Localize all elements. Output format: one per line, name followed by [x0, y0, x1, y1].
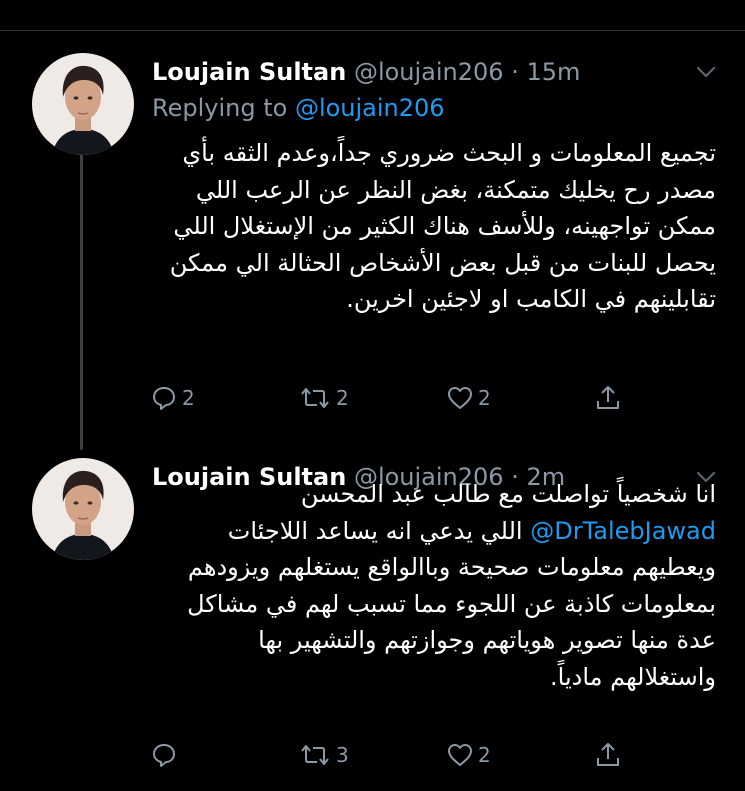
- tweet-text: انا شخصياً تواصلت مع طالب عبد المحسن @Dr…: [151, 476, 716, 695]
- avatar-photo: [32, 458, 134, 560]
- tweet[interactable]: Loujain Sultan @loujain206 · 15m Replyin…: [0, 45, 745, 445]
- replying-to-label: Replying to: [152, 94, 288, 122]
- top-divider: [0, 30, 745, 31]
- chevron-down-icon[interactable]: [693, 59, 719, 85]
- avatar-photo: [32, 53, 134, 155]
- speech-bubble-icon: [150, 741, 178, 769]
- separator-dot: ·: [511, 58, 519, 86]
- share-button[interactable]: [594, 378, 622, 418]
- replying-to-mention[interactable]: @loujain206: [295, 94, 445, 122]
- tweet-text: تجميع المعلومات و البحث ضروري جداً،وعدم …: [169, 139, 716, 313]
- mention-link[interactable]: @DrTalebJawad: [530, 517, 716, 545]
- retweet-button[interactable]: 3: [298, 735, 349, 775]
- display-name[interactable]: Loujain Sultan: [152, 58, 346, 86]
- retweet-count: 2: [336, 386, 349, 410]
- like-button[interactable]: 2: [446, 378, 491, 418]
- heart-icon: [446, 741, 474, 769]
- speech-bubble-icon: [150, 384, 178, 412]
- heart-icon: [446, 384, 474, 412]
- share-button[interactable]: [594, 735, 622, 775]
- avatar[interactable]: [32, 458, 134, 560]
- retweet-arrows-icon: [298, 741, 332, 769]
- avatar[interactable]: [32, 53, 134, 155]
- like-count: 2: [478, 743, 491, 767]
- tweet-actions: 2 2 2: [150, 378, 650, 418]
- tweet-actions: 3 2: [150, 735, 650, 775]
- reply-count: 2: [182, 386, 195, 410]
- user-handle[interactable]: @loujain206: [354, 58, 504, 86]
- tweet-text-part: انا شخصياً تواصلت مع طالب عبد المحسن: [300, 480, 716, 508]
- like-button[interactable]: 2: [446, 735, 491, 775]
- reply-button[interactable]: [150, 735, 182, 775]
- retweet-button[interactable]: 2: [298, 378, 349, 418]
- retweet-count: 3: [336, 743, 349, 767]
- tweet-header: Loujain Sultan @loujain206 · 15m: [152, 55, 580, 89]
- share-upload-icon: [594, 384, 622, 412]
- like-count: 2: [478, 386, 491, 410]
- reply-button[interactable]: 2: [150, 378, 195, 418]
- share-upload-icon: [594, 741, 622, 769]
- tweet[interactable]: Loujain Sultan @loujain206 · 2m انا شخصي…: [0, 450, 745, 791]
- replying-to: Replying to @loujain206: [152, 91, 445, 125]
- retweet-arrows-icon: [298, 384, 332, 412]
- timestamp[interactable]: 15m: [527, 58, 581, 86]
